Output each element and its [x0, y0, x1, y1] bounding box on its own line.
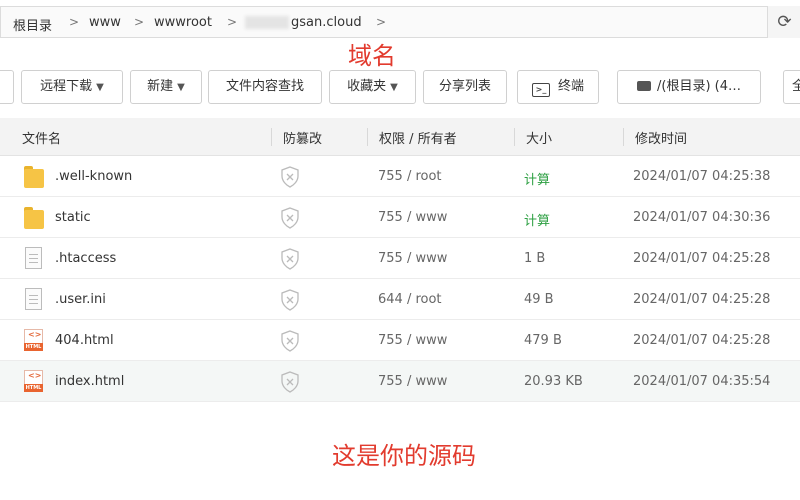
breadcrumb-separator-icon: >	[134, 15, 145, 29]
shield-icon[interactable]	[280, 207, 300, 229]
breadcrumb-separator-icon: >	[227, 15, 238, 29]
file-size: 49 B	[524, 292, 554, 307]
new-button[interactable]: 新建 ▼	[130, 70, 202, 104]
column-tamper[interactable]: 防篡改	[283, 128, 322, 147]
redacted-text	[245, 16, 289, 29]
terminal-icon: >_	[531, 83, 550, 97]
disk-label: /(根目录) (4…	[657, 79, 741, 94]
remote-download-button[interactable]: 远程下载 ▼	[21, 70, 123, 104]
breadcrumb-wwwroot[interactable]: wwwroot	[154, 15, 212, 30]
calculate-size-link[interactable]: 计算	[524, 169, 550, 188]
column-divider	[514, 128, 515, 146]
table-row[interactable]: .user.ini 644 / root 49 B 2024/01/07 04:…	[0, 279, 800, 320]
new-label: 新建	[147, 79, 174, 94]
breadcrumb-separator-icon: >	[376, 15, 387, 29]
modified-time: 2024/01/07 04:25:38	[633, 169, 771, 184]
chevron-down-icon: ▼	[177, 82, 185, 93]
table-row[interactable]: static 755 / www 计算 2024/01/07 04:30:36	[0, 197, 800, 238]
content-search-button[interactable]: 文件内容查找	[208, 70, 322, 104]
breadcrumb-root[interactable]: 根目录	[13, 15, 52, 34]
table-row[interactable]: .htaccess 755 / www 1 B 2024/01/07 04:25…	[0, 238, 800, 279]
file-size: 1 B	[524, 251, 546, 266]
column-size[interactable]: 大小	[526, 128, 552, 147]
shield-icon[interactable]	[280, 166, 300, 188]
chevron-down-icon: ▼	[390, 82, 398, 93]
column-permission[interactable]: 权限 / 所有者	[379, 128, 457, 147]
table-row[interactable]: .well-known 755 / root 计算 2024/01/07 04:…	[0, 156, 800, 197]
file-size: 20.93 KB	[524, 374, 583, 389]
file-name-link[interactable]: .htaccess	[55, 251, 116, 266]
disk-button[interactable]: /(根目录) (4…	[617, 70, 761, 104]
file-name-link[interactable]: 404.html	[55, 333, 114, 348]
terminal-label: 终端	[557, 79, 584, 94]
chevron-down-icon: ▼	[96, 82, 104, 93]
permission-link[interactable]: 755 / www	[378, 333, 447, 348]
refresh-icon[interactable]: ⟳	[767, 6, 800, 38]
permission-link[interactable]: 755 / root	[378, 169, 442, 184]
shield-icon[interactable]	[280, 371, 300, 393]
table-row[interactable]: <> HTML 404.html 755 / www 479 B 2024/01/…	[0, 320, 800, 361]
html-file-icon: <> HTML	[24, 329, 43, 351]
table-row[interactable]: <> HTML index.html 755 / www 20.93 KB 202…	[0, 361, 800, 402]
column-modified-time[interactable]: 修改时间	[635, 128, 687, 147]
disk-icon	[637, 81, 651, 91]
file-icon	[25, 247, 42, 269]
favorites-button[interactable]: 收藏夹 ▼	[329, 70, 416, 104]
file-size: 479 B	[524, 333, 562, 348]
file-icon	[25, 288, 42, 310]
share-list-button[interactable]: 分享列表	[423, 70, 507, 104]
breadcrumb: 根目录 > www > wwwroot > gsan.cloud > ⟳	[0, 6, 800, 38]
calculate-size-link[interactable]: 计算	[524, 210, 550, 229]
modified-time: 2024/01/07 04:35:54	[633, 374, 771, 389]
toolbar-partial-button-right[interactable]: 全	[783, 70, 800, 104]
shield-icon[interactable]	[280, 289, 300, 311]
domain-annotation: 域名	[348, 42, 396, 70]
shield-icon[interactable]	[280, 330, 300, 352]
file-name-link[interactable]: .well-known	[55, 169, 132, 184]
modified-time: 2024/01/07 04:25:28	[633, 292, 771, 307]
table-header: 文件名 防篡改 权限 / 所有者 大小 修改时间	[0, 118, 800, 156]
file-name-link[interactable]: static	[55, 210, 91, 225]
html-file-icon: <> HTML	[24, 370, 43, 392]
permission-link[interactable]: 755 / www	[378, 210, 447, 225]
modified-time: 2024/01/07 04:30:36	[633, 210, 771, 225]
breadcrumb-domain[interactable]: gsan.cloud	[291, 15, 362, 30]
modified-time: 2024/01/07 04:25:28	[633, 333, 771, 348]
permission-link[interactable]: 644 / root	[378, 292, 442, 307]
folder-icon	[24, 166, 44, 188]
modified-time: 2024/01/07 04:25:28	[633, 251, 771, 266]
column-name[interactable]: 文件名	[22, 128, 61, 147]
breadcrumb-separator-icon: >	[69, 15, 80, 29]
toolbar-partial-button-left[interactable]	[0, 70, 14, 104]
breadcrumb-www[interactable]: www	[89, 15, 121, 30]
column-divider	[623, 128, 624, 146]
file-name-link[interactable]: .user.ini	[55, 292, 106, 307]
shield-icon[interactable]	[280, 248, 300, 270]
column-divider	[271, 128, 272, 146]
remote-download-label: 远程下载	[40, 79, 93, 94]
permission-link[interactable]: 755 / www	[378, 251, 447, 266]
source-annotation: 这是你的源码	[332, 442, 476, 470]
terminal-button[interactable]: >_ 终端	[517, 70, 599, 104]
file-name-link[interactable]: index.html	[55, 374, 124, 389]
folder-icon	[24, 207, 44, 229]
permission-link[interactable]: 755 / www	[378, 374, 447, 389]
favorites-label: 收藏夹	[347, 79, 387, 94]
column-divider	[367, 128, 368, 146]
